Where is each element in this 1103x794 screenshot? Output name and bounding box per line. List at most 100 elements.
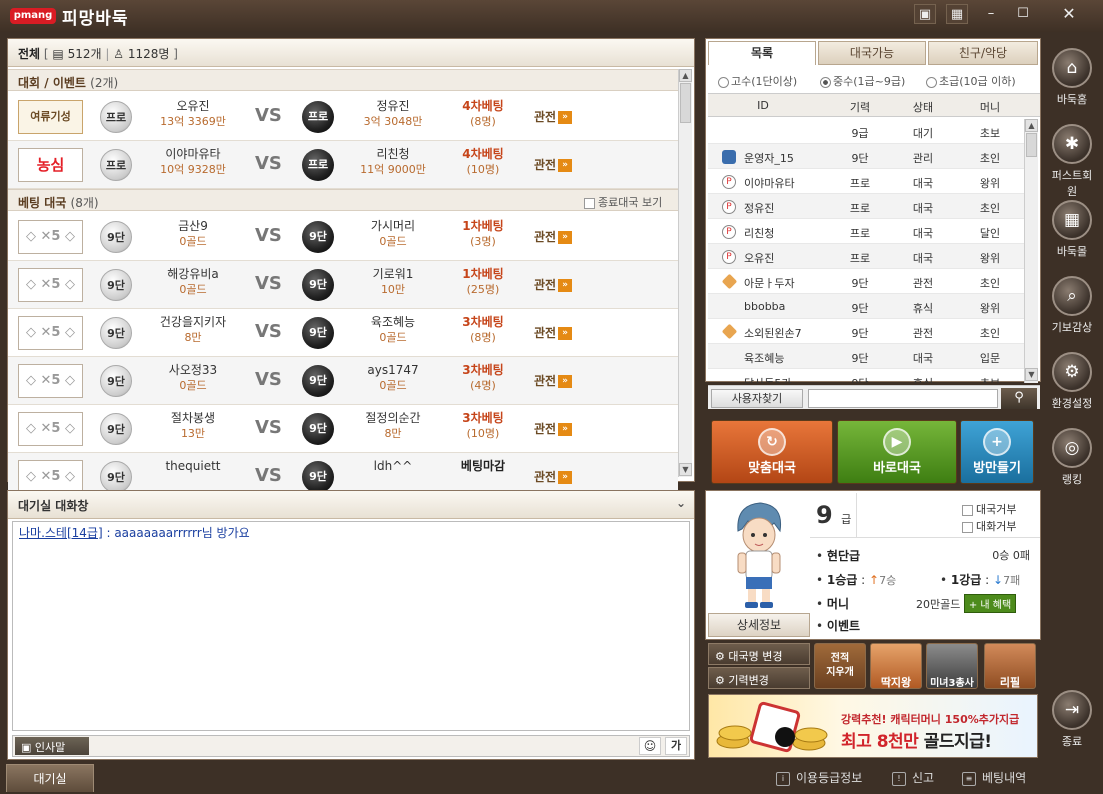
scroll-up-icon[interactable]: ▲ <box>679 69 692 82</box>
report-button[interactable]: ! 신고 <box>892 768 934 788</box>
black-player[interactable]: 절정의순간 8만 <box>338 411 448 441</box>
watch-button[interactable]: 관전» <box>534 372 573 389</box>
tab-friends[interactable]: 친구/악당 <box>928 41 1038 65</box>
user-row[interactable]: 육조혜능 9단 대국 입문 <box>708 344 1024 369</box>
quick-game-button[interactable]: ▶ 바로대국 <box>837 420 957 484</box>
scroll-thumb[interactable] <box>680 83 691 123</box>
user-row[interactable]: 달사동5가 9단휴식초보 <box>708 369 1024 383</box>
refill-item[interactable]: 리필 <box>984 643 1036 689</box>
watch-button[interactable]: 관전» <box>534 108 573 125</box>
change-game-name-button[interactable]: ⚙ 대국명 변경 <box>708 643 810 665</box>
maximize-button[interactable]: ☐ <box>1012 4 1034 24</box>
chat-nick[interactable]: 나마.스테[14급] <box>19 526 103 540</box>
tab-available[interactable]: 대국가능 <box>818 41 926 65</box>
filter-mid[interactable]: 중수(1급~9급) <box>820 73 905 89</box>
tab-waiting-room[interactable]: 대기실 <box>6 764 94 792</box>
black-player[interactable]: 기로워1 10만 <box>338 267 448 297</box>
greeting-button[interactable]: ▣ 인사말 <box>15 737 89 755</box>
user-row[interactable]: P 리친청 프로 대국 달인 <box>708 219 1024 244</box>
black-player[interactable]: ldh^^ <box>338 459 448 474</box>
black-player[interactable]: 정유진 3억 3048만 <box>338 99 448 129</box>
chat-log[interactable]: 나마.스테[14급] : aaaaaaaarrrrrr님 방가요 <box>12 521 690 731</box>
beauty-trio-item[interactable]: 미녀3총사 <box>926 643 978 689</box>
col-status[interactable]: 상태 <box>890 99 956 115</box>
filter-low[interactable]: 초급(10급 이하) <box>926 73 1016 89</box>
close-button[interactable]: ✕ <box>1058 4 1080 24</box>
user-row[interactable]: 소외된왼손7 9단 관전 초인 <box>708 319 1024 344</box>
white-player[interactable]: 이야마유타 10억 9328만 <box>138 147 248 177</box>
filter-high[interactable]: 고수(1단이상) <box>718 73 797 89</box>
user-row[interactable]: P 오유진 프로 대국 왕위 <box>708 244 1024 269</box>
white-player[interactable]: 건강을지키자 8만 <box>138 315 248 345</box>
nav-first-member[interactable]: ✱ 퍼스트회원 <box>1047 124 1097 199</box>
col-money[interactable]: 머니 <box>958 99 1022 115</box>
user-row[interactable]: P 이야마유타 프로 대국 왕위 <box>708 169 1024 194</box>
match-game-button[interactable]: ↻ 맞춤대국 <box>711 420 833 484</box>
create-room-button[interactable]: + 방만들기 <box>960 420 1034 484</box>
white-player[interactable]: 해강유비a 0골드 <box>138 267 248 297</box>
col-rank[interactable]: 기력 <box>832 99 888 115</box>
emoticon-icon[interactable]: ☺ <box>639 737 661 755</box>
watch-button[interactable]: 관전» <box>534 228 573 245</box>
white-player[interactable]: thequiett <box>138 459 248 474</box>
black-player[interactable]: 가시머리 0골드 <box>338 219 448 249</box>
user-row[interactable]: 9급 대기 초보 <box>708 119 1024 144</box>
my-benefit-button[interactable]: + 내 혜택 <box>963 594 1017 613</box>
nav-ranking[interactable]: ◎ 랭킹 <box>1047 428 1097 487</box>
watch-button[interactable]: 관전» <box>534 420 573 437</box>
minimize-button[interactable]: – <box>980 4 1002 24</box>
game-list-scrollbar[interactable]: ▲ ▼ <box>678 69 692 477</box>
scroll-up-icon[interactable]: ▲ <box>1025 119 1038 132</box>
match-row[interactable]: ◇ ✕5 ◇ 9단 금산9 0골드 VS 9단 가시머리 0골드 1차베팅 (3명) 관전» <box>8 213 678 261</box>
user-row[interactable]: P 정유진 프로 대국 초인 <box>708 194 1024 219</box>
black-player[interactable]: ays1747 0골드 <box>338 363 448 393</box>
user-search-input[interactable] <box>808 389 998 408</box>
user-row[interactable]: bbobba 9단 휴식 왕위 <box>708 294 1024 319</box>
refuse-game-checkbox[interactable]: 대국거부 <box>962 501 1016 517</box>
refuse-chat-checkbox[interactable]: 대화거부 <box>962 518 1016 534</box>
black-player[interactable]: 육조혜능 0골드 <box>338 315 448 345</box>
grid-icon[interactable]: ▦ <box>946 4 968 24</box>
match-row[interactable]: ◇ ✕5 ◇ 9단 사오정33 0골드 VS 9단 ays1747 0골드 3차베팅 (4명) 관전… <box>8 357 678 405</box>
font-button[interactable]: 가 <box>665 737 687 755</box>
scroll-thumb[interactable] <box>1026 133 1037 157</box>
scroll-down-icon[interactable]: ▼ <box>1025 368 1038 381</box>
screenshot-icon[interactable]: ▣ <box>914 4 936 24</box>
detail-info-button[interactable]: 상세정보 <box>708 613 810 637</box>
show-finished-checkbox[interactable]: 종료대국 보기 <box>584 194 662 210</box>
nav-exit[interactable]: ⇥ 종료 <box>1047 690 1097 749</box>
watch-button[interactable]: 관전» <box>534 276 573 293</box>
change-rank-button[interactable]: ⚙ 기력변경 <box>708 667 810 689</box>
match-row[interactable]: ◇ ✕5 ◇ 9단 건강을지키자 8만 VS 9단 육조혜능 0골드 3차베팅 (8명) 관전» <box>8 309 678 357</box>
scroll-down-icon[interactable]: ▼ <box>679 463 692 476</box>
grade-info-button[interactable]: i 이용등급정보 <box>776 768 862 788</box>
white-player[interactable]: 절차봉생 13만 <box>138 411 248 441</box>
chat-input-bar[interactable]: ▣ 인사말 ☺ 가 <box>12 735 690 757</box>
white-player[interactable]: 금산9 0골드 <box>138 219 248 249</box>
match-row[interactable]: ◇ ✕5 ◇ 9단 절차봉생 13만 VS 9단 절정의순간 8만 3차베팅 (10명) 관전» <box>8 405 678 453</box>
watch-button[interactable]: 관전» <box>534 324 573 341</box>
match-row[interactable]: ◇ ✕5 ◇ 9단 해강유비a 0골드 VS 9단 기로워1 10만 1차베팅 (25명) 관전» <box>8 261 678 309</box>
user-search-label[interactable]: 사용자찾기 <box>711 389 803 408</box>
match-row[interactable]: 농심 프로 이야마유타 10억 9328만 VS 프로 리친청 11억 9000만 4차베팅 (1… <box>8 141 678 189</box>
watch-button[interactable]: 관전» <box>534 468 573 485</box>
col-id[interactable]: ID <box>708 99 818 112</box>
nav-settings[interactable]: ⚙ 환경설정 <box>1047 352 1097 411</box>
search-icon[interactable]: ⚲ <box>1001 388 1037 409</box>
tab-list[interactable]: 목록 <box>708 41 816 65</box>
user-row[interactable]: 운영자_15 9단 관리 초인 <box>708 144 1024 169</box>
ttakji-item[interactable]: 딱지왕 <box>870 643 922 689</box>
bet-history-button[interactable]: ≡ 베팅내역 <box>962 768 1026 788</box>
promo-banner[interactable]: 강력추천! 캐릭터머니 150%추가지급 최고 8천만 골드지급! <box>708 694 1038 758</box>
white-player[interactable]: 사오정33 0골드 <box>138 363 248 393</box>
collapse-icon[interactable]: ⌄ <box>676 496 686 510</box>
nav-kifu-view[interactable]: ⌕ 기보감상 <box>1047 276 1097 335</box>
match-row[interactable]: 여류기성 프로 오유진 13억 3369만 VS 프로 정유진 3억 3048만 4차베팅 (8명… <box>8 93 678 141</box>
white-player[interactable]: 오유진 13억 3369만 <box>138 99 248 129</box>
record-eraser-item[interactable]: 전적 지우개 <box>814 643 866 689</box>
black-player[interactable]: 리친청 11억 9000만 <box>338 147 448 177</box>
user-list-scrollbar[interactable]: ▲ ▼ <box>1024 119 1038 383</box>
nav-baduk-mall[interactable]: ▦ 바둑몰 <box>1047 200 1097 259</box>
nav-baduk-home[interactable]: ⌂ 바둑홈 <box>1047 48 1097 107</box>
watch-button[interactable]: 관전» <box>534 156 573 173</box>
